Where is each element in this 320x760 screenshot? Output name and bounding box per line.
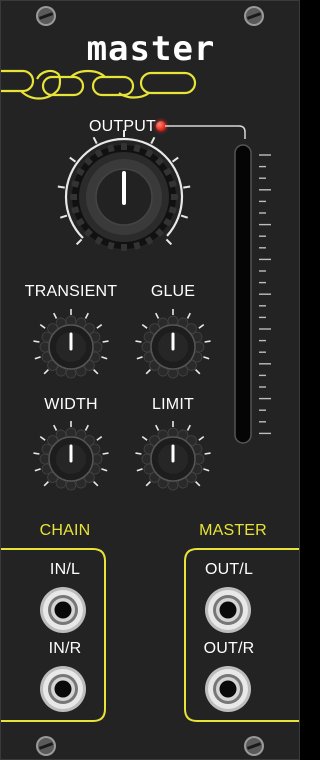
width-label: WIDTH [44,396,98,413]
screw-icon [36,736,56,756]
limit-knob[interactable] [133,419,213,499]
screw-icon [244,6,264,26]
glue-knob[interactable] [133,307,213,387]
screw-icon [244,736,264,756]
master-module-panel: master OUTPUT TRANSIENT GLUE WIDTH LIMIT… [0,0,300,760]
in-r-jack[interactable] [38,664,88,714]
in-l-label: IN/L [49,561,81,578]
out-r-jack[interactable] [203,664,253,714]
out-l-jack[interactable] [203,585,253,635]
master-section-label: MASTER [199,522,267,539]
glue-label: GLUE [150,283,196,300]
chain-section-label: CHAIN [39,522,91,539]
module-title: master [86,29,216,69]
output-knob[interactable] [56,129,192,265]
in-l-jack[interactable] [38,585,88,635]
out-r-label: OUT/R [203,640,255,657]
output-level-meter [234,144,271,444]
width-knob[interactable] [31,419,111,499]
chain-logo-icon [1,69,197,100]
in-r-label: IN/R [48,640,82,657]
limit-label: LIMIT [152,396,194,413]
transient-knob[interactable] [31,307,111,387]
screw-icon [36,6,56,26]
out-l-label: OUT/L [204,561,254,578]
transient-label: TRANSIENT [24,283,118,300]
